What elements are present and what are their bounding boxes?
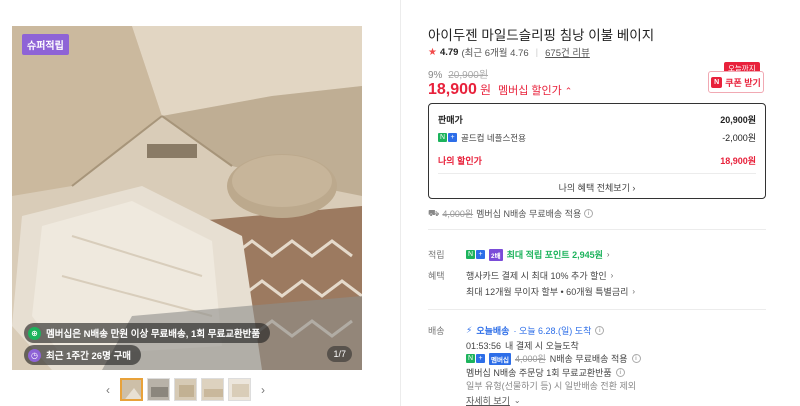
recent-purchase-pill: ◷ 최근 1주간 26명 구매 (24, 345, 141, 365)
points-label: 적립 (428, 250, 445, 260)
section-divider (428, 309, 766, 310)
card-discount-text: 행사카드 결제 시 최대 10% 추가 할인 (466, 271, 607, 281)
free-return-text: 멤버십 N배송 주문당 1회 무료교환반품 (466, 368, 612, 378)
sale-price-row: 판매가 20,900원 (438, 113, 756, 126)
my-price-value: 18,900원 (720, 156, 756, 166)
info-icon[interactable]: i (615, 368, 625, 377)
thumbnail-image (229, 379, 250, 400)
membership-pill-text: 멤버십은 N배송 만원 이상 무료배송, 1회 무료교환반품 (46, 329, 261, 340)
nplus-discount-label: 골드컵 네플스전용 (461, 132, 526, 143)
free-return-row: 멤버십 N배송 주문당 1회 무료교환반품 i (466, 366, 625, 379)
truck-icon: ⛟ (428, 207, 440, 218)
installment-row[interactable]: 최대 12개월 무이자 할부 • 60개월 특별금리 › (466, 285, 635, 298)
view-all-benefits-link[interactable]: 나의 혜택 전체보기 › (429, 181, 765, 194)
thumbnail-4[interactable] (201, 378, 224, 401)
info-icon[interactable]: i (584, 209, 594, 218)
chevron-down-icon: ⌄ (513, 396, 521, 405)
product-image-gallery[interactable]: 슈퍼적립 ⊕ 멤버십은 N배송 만원 이상 무료배송, 1회 무료교환반품 ◷ … (12, 26, 362, 370)
exclusion-text: 일부 유형(선물하기 등) 시 일반배송 전환 제외 (466, 381, 637, 391)
benefit-label: 혜택 (428, 271, 445, 281)
review-count-link[interactable]: 675건 리뷰 (545, 45, 590, 59)
info-icon[interactable]: i (631, 354, 641, 363)
my-benefit-box: 판매가 20,900원 N + 골드컵 네플스전용 -2,000원 나의 할인가 … (428, 103, 766, 199)
nplus-discount-value: -2,000원 (722, 133, 756, 143)
today-delivery-row: ⚡ 오늘배송 · 오늘 6.28.(일) 도착 i (466, 324, 605, 337)
membership-shipping-old: 4,000원 (442, 209, 474, 219)
points-row[interactable]: N + 2배 최대 적립 포인트 2,945원 › (466, 248, 610, 261)
membership-badge: 멤버십 (489, 352, 511, 365)
my-price-row: 나의 할인가 18,900원 (438, 154, 756, 167)
discount-row: 9% 20,900원 (428, 66, 488, 81)
shipping-detail-link[interactable]: 자세히 보기 (466, 394, 510, 406)
sale-price-label: 판매가 (438, 115, 463, 125)
nplus-icon: N + (466, 250, 485, 259)
section-divider (428, 229, 766, 230)
naver-n-icon: N (711, 76, 723, 88)
thumb-next-icon[interactable]: › (255, 383, 271, 397)
thumbnail-5[interactable] (228, 378, 251, 401)
rating-separator: | (535, 46, 539, 58)
image-counter: 1/7 (327, 346, 352, 362)
thumbnail-strip: ‹ › (100, 378, 271, 401)
product-title: 아이두젠 마일드슬리핑 침낭 이불 베이지 (428, 28, 655, 43)
membership-shipping-row: ⛟ 4,000원 멤버십 N배송 무료배송 적용 i (428, 207, 594, 220)
member-discount-label: 멤버십 할인가 (497, 85, 562, 97)
get-coupon-button[interactable]: N 쿠폰 받기 (708, 71, 764, 93)
super-points-badge: 슈퍼적립 (22, 34, 69, 55)
info-icon[interactable]: i (595, 326, 605, 335)
purchase-count-icon: ◷ (28, 348, 41, 362)
chevron-up-icon: ⌃ (564, 86, 573, 96)
nplus-discount-label-wrap: N + 골드컵 네플스전용 (438, 132, 526, 144)
sale-price-value: 20,900원 (720, 115, 756, 125)
product-photo (12, 26, 362, 370)
price-row[interactable]: 18,900 원 멤버십 할인가 ⌃ (428, 81, 572, 99)
column-divider (400, 0, 401, 406)
recent-purchase-text: 최근 1주간 26명 구매 (46, 351, 131, 362)
order-deadline-time: 01:53:56 (466, 340, 502, 351)
shipping-fee-text: N배송 무료배송 적용 (549, 354, 628, 364)
order-deadline-text: 내 결제 시 오늘도착 (505, 341, 579, 351)
thumbnail-3[interactable] (174, 378, 197, 401)
order-deadline-row: 01:53:56 내 결제 시 오늘도착 (466, 339, 579, 352)
thumb-prev-icon[interactable]: ‹ (100, 383, 116, 397)
nplus-icon: N + (466, 354, 485, 363)
exclusion-row: 일부 유형(선물하기 등) 시 일반배송 전환 제외 (466, 379, 636, 392)
thumbnail-1[interactable] (120, 378, 143, 401)
nplus-icon: N + (438, 133, 457, 142)
double-points-badge: 2배 (489, 248, 503, 261)
my-price-label: 나의 할인가 (438, 156, 482, 166)
today-delivery-label: 오늘배송 (476, 326, 510, 336)
max-points-text: 최대 적립 포인트 2,945원 (506, 250, 603, 260)
thumbnail-2[interactable] (147, 378, 170, 401)
card-discount-row[interactable]: 행사카드 결제 시 최대 10% 추가 할인 › (466, 269, 613, 282)
membership-shipping-pill: ⊕ 멤버십은 N배송 만원 이상 무료배송, 1회 무료교환반품 (24, 323, 271, 343)
chevron-right-icon: › (610, 271, 614, 280)
shipping-label: 배송 (428, 326, 445, 336)
today-delivery-detail: · 오늘 6.28.(일) 도착 (513, 326, 592, 336)
shipping-fee-row: N + 멤버십 4,000원 N배송 무료배송 적용 i (466, 352, 641, 365)
coupon-button-label: 쿠폰 받기 (725, 77, 761, 88)
rating-row: ★ 4.79 (최근 6개월 4.76 | 675건 리뷰 (428, 45, 590, 60)
rating-score: 4.79 (439, 46, 459, 58)
benefit-box-divider (438, 173, 756, 174)
today-delivery-icon: ⚡ (466, 325, 473, 335)
chevron-right-icon: › (606, 250, 610, 259)
nplus-discount-row: N + 골드컵 네플스전용 -2,000원 (438, 131, 756, 144)
thumbnail-image (202, 379, 223, 400)
star-icon: ★ (428, 46, 437, 58)
thumbnail-image (122, 380, 141, 399)
rating-recent: (최근 6개월 4.76 (461, 48, 529, 59)
shipping-detail-row[interactable]: 자세히 보기 ⌄ (466, 394, 521, 406)
membership-icon: ⊕ (28, 326, 41, 340)
chevron-right-icon: › (632, 287, 636, 296)
thumbnail-image (175, 379, 196, 400)
installment-text: 최대 12개월 무이자 할부 • 60개월 특별금리 (466, 287, 629, 297)
original-price: 20,900원 (448, 70, 489, 81)
sale-price: 18,900 (428, 81, 477, 98)
membership-shipping-text: 멤버십 N배송 무료배송 적용 (476, 209, 582, 219)
discount-percent: 9% (428, 70, 443, 81)
price-unit: 원 (479, 83, 491, 97)
shipping-fee-old: 4,000원 (514, 354, 546, 364)
thumbnail-image (148, 379, 169, 400)
